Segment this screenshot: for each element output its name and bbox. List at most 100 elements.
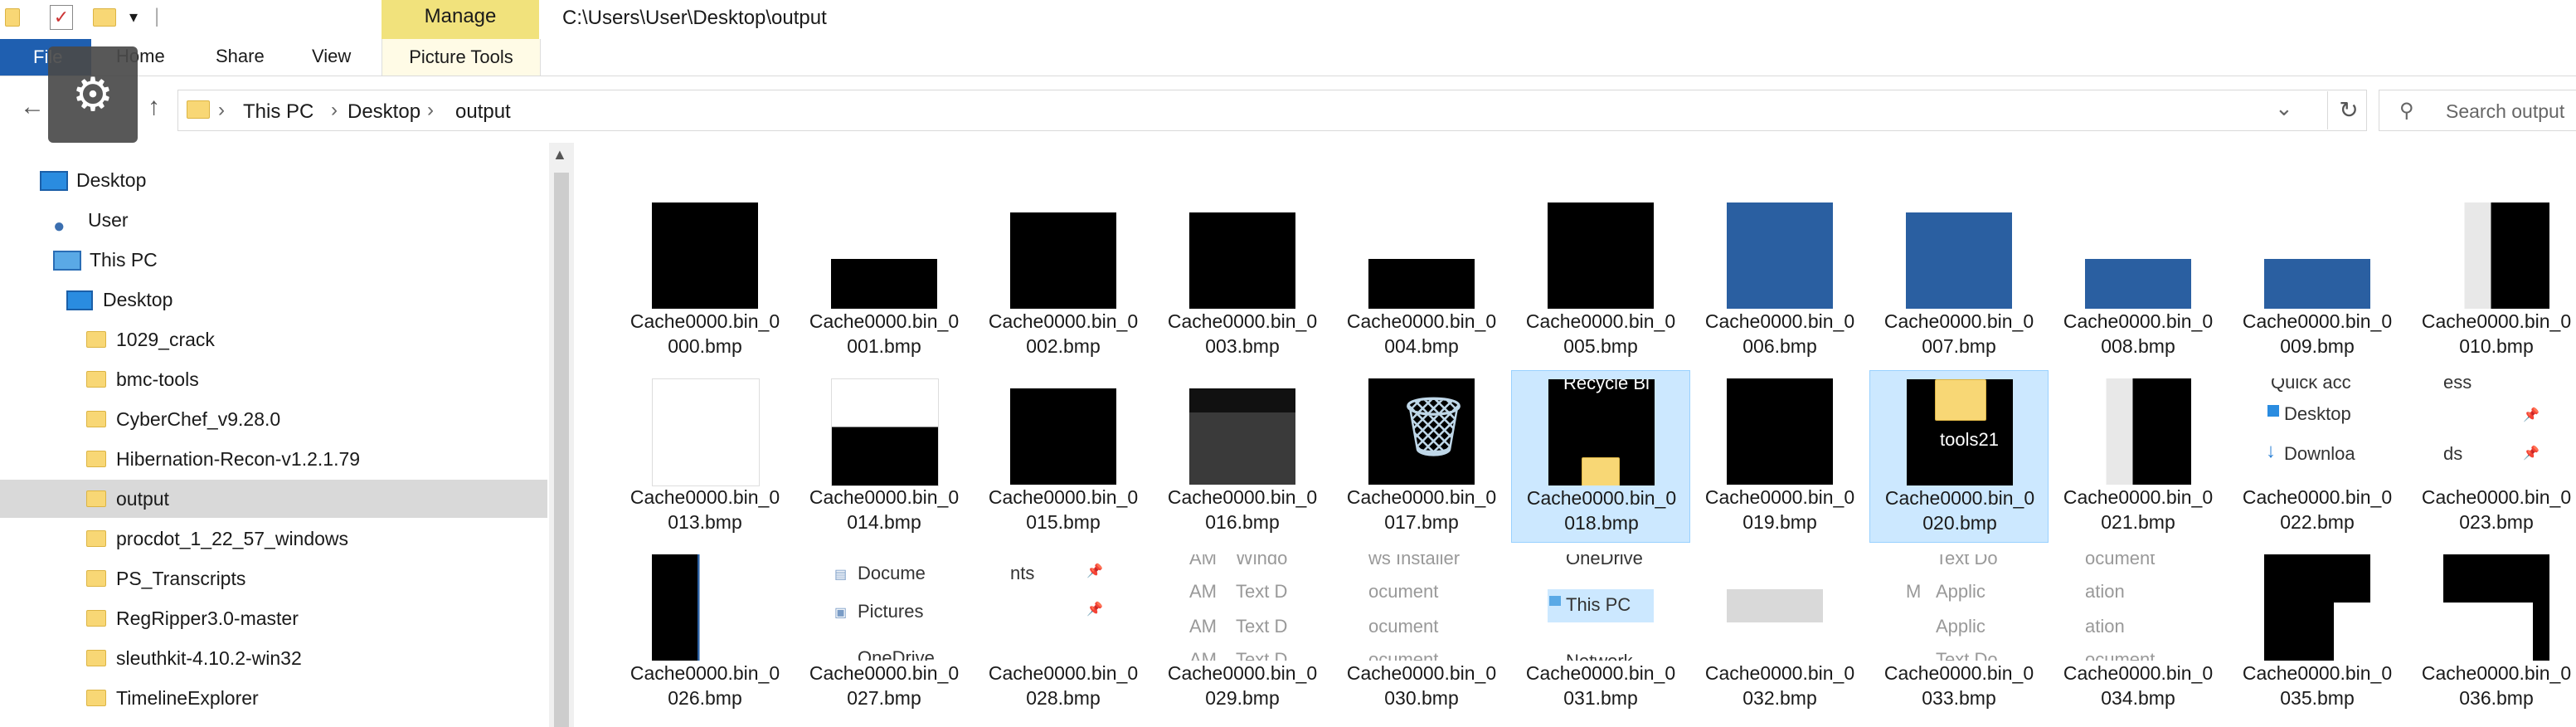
file-name-line2: 014.bmp — [847, 511, 921, 533]
file-tile[interactable]: Cache0000.bin_0 002.bmp — [974, 194, 1153, 367]
file-name-line1: Cache0000.bin_0 — [1346, 662, 1497, 684]
nav-selection-highlight — [0, 480, 547, 518]
breadcrumb-output[interactable]: output — [455, 100, 511, 124]
file-tile[interactable]: Cache0000.bin_0 010.bmp — [2407, 194, 2576, 367]
breadcrumb-desktop[interactable]: Desktop — [348, 100, 420, 124]
file-name-label: Cache0000.bin_0 006.bmp — [1690, 309, 1869, 359]
folder-icon — [1582, 457, 1620, 485]
file-tile[interactable]: Cache0000.bin_0 015.bmp — [974, 370, 1153, 543]
refresh-icon[interactable]: ↻ — [2327, 91, 2369, 129]
search-box[interactable]: ⚲ Search output — [2379, 90, 2576, 131]
file-name-label: Cache0000.bin_0 016.bmp — [1153, 485, 1332, 534]
image-thumbnail — [1727, 554, 1833, 661]
file-tile[interactable]: Cache0000.bin_0 003.bmp — [1153, 194, 1332, 367]
properties-icon[interactable]: ✓ — [50, 5, 73, 30]
file-name-line1: Cache0000.bin_0 — [988, 486, 1139, 508]
file-tile[interactable]: Cache0000.bin_0 007.bmp — [1869, 194, 2049, 367]
file-tile[interactable]: Cache0000.bin_0 021.bmp — [2049, 370, 2228, 543]
file-tile[interactable]: Text Do M Applic Applic Text Do Cache0000.bin… — [1869, 546, 2049, 719]
folder-icon — [86, 331, 106, 348]
file-tile[interactable]: Cache0000.bin_0 032.bmp — [1690, 546, 1869, 719]
new-folder-icon[interactable] — [93, 8, 116, 32]
image-thumbnail — [652, 378, 760, 486]
file-tile[interactable]: OneDrive This PC NetworkCache0000.bin_0 031… — [1511, 546, 1690, 719]
thumbnail-text: ocument — [1368, 616, 1439, 637]
thumbnail-text: ocument — [1368, 581, 1439, 602]
file-name-line2: 020.bmp — [1922, 512, 1997, 534]
folder-icon — [1935, 379, 1986, 421]
file-tile[interactable]: Cache0000.bin_0 008.bmp — [2049, 194, 2228, 367]
breadcrumb-this-pc[interactable]: This PC — [243, 100, 313, 124]
file-name-label: Cache0000.bin_0 033.bmp — [1869, 661, 2049, 710]
file-name-line1: Cache0000.bin_0 — [809, 310, 960, 332]
file-tile[interactable]: Cache0000.bin_0 005.bmp — [1511, 194, 1690, 367]
file-name-label: Cache0000.bin_0 003.bmp — [1153, 309, 1332, 359]
file-name-label: Cache0000.bin_0 036.bmp — [2407, 661, 2576, 710]
file-name-line1: Cache0000.bin_0 — [2421, 662, 2572, 684]
search-input[interactable]: Search output — [2446, 100, 2564, 123]
thumbnail-text: ds — [2443, 443, 2463, 464]
thumbnail-text: Text Do — [1936, 649, 1998, 661]
file-name-line2: 009.bmp — [2280, 335, 2355, 357]
file-name-line1: Cache0000.bin_0 — [809, 486, 960, 508]
file-tile[interactable]: ws Installer ocument ocument ocument Cache00… — [1332, 546, 1511, 719]
file-tile[interactable]: Quick acc Desktop Downloa ↓ Cache0000.bin_0 0… — [2228, 370, 2407, 543]
folder-icon — [86, 610, 106, 627]
chevron-down-icon[interactable]: ⌄ — [2275, 95, 2293, 121]
thumbnail-text: ocument — [2085, 554, 2156, 568]
thumbnail-text: ation — [2085, 581, 2125, 602]
thumbnail-text: M — [1906, 581, 1922, 602]
image-thumbnail: Docume Pictures OneDrive ▤ ▣ — [831, 554, 937, 661]
row-highlight — [1727, 589, 1823, 622]
toolbar-divider: | — [154, 5, 160, 27]
image-thumbnail: 🗑 — [1368, 378, 1475, 485]
file-tile[interactable]: Recycle Bi Cache0000.bin_0 018.bmp — [1511, 370, 1690, 543]
file-name-line1: Cache0000.bin_0 — [1346, 310, 1497, 332]
back-icon[interactable]: ← — [20, 93, 45, 121]
file-name-label: Cache0000.bin_0 027.bmp — [795, 661, 974, 710]
file-name-line1: Cache0000.bin_0 — [809, 662, 960, 684]
file-name-line2: 033.bmp — [1922, 687, 1996, 709]
file-tile[interactable]: Cache0000.bin_0 026.bmp — [615, 546, 795, 719]
file-tile[interactable]: Cache0000.bin_0 009.bmp — [2228, 194, 2407, 367]
quick-access-dropdown-icon[interactable]: ▾ — [129, 7, 138, 27]
file-tile[interactable]: Cache0000.bin_0 004.bmp — [1332, 194, 1511, 367]
address-bar[interactable]: › This PC › Desktop › output ⌄ — [177, 90, 2367, 131]
scroll-up-icon[interactable]: ▲ — [552, 146, 567, 163]
file-tile[interactable]: tools21 Cache0000.bin_0 020.bmp — [1869, 370, 2049, 543]
file-tile[interactable]: Docume Pictures OneDrive ▤ ▣ Cache0000.bin_0 0… — [795, 546, 974, 719]
file-tile[interactable]: ocument ation ation ocument Cache0000.bin_0 0… — [2049, 546, 2228, 719]
gear-icon[interactable]: ⚙ — [48, 46, 138, 143]
file-name-label: Cache0000.bin_0 008.bmp — [2049, 309, 2228, 359]
file-name-line2: 003.bmp — [1205, 335, 1280, 357]
file-name-line2: 035.bmp — [2280, 687, 2355, 709]
scrollbar-thumb[interactable] — [554, 173, 569, 727]
tab-picture-tools[interactable]: Picture Tools — [382, 39, 541, 76]
file-tile[interactable]: Cache0000.bin_0 001.bmp — [795, 194, 974, 367]
thumbnail-text: Docume — [858, 563, 926, 583]
manage-tab[interactable]: Manage — [382, 0, 539, 39]
tab-share[interactable]: Share — [216, 46, 265, 67]
tab-view[interactable]: View — [312, 46, 351, 67]
file-tile[interactable]: Cache0000.bin_0 006.bmp — [1690, 194, 1869, 367]
file-tile[interactable]: Cache0000.bin_0 019.bmp — [1690, 370, 1869, 543]
file-name-label: Cache0000.bin_0 028.bmp — [974, 661, 1153, 710]
file-tile[interactable]: 🗑 Cache0000.bin_0 017.bmp — [1332, 370, 1511, 543]
file-tile[interactable]: AM Windo AM Text D AM Text D AM Text D Cache0000… — [1153, 546, 1332, 719]
pictures-icon: ▣ — [834, 606, 848, 620]
file-tile[interactable]: ess ds 📌 📌 Cache0000.bin_0 023.bmp — [2407, 370, 2576, 543]
breadcrumb-separator: › — [218, 99, 225, 121]
file-tile[interactable]: Cache0000.bin_0 000.bmp — [615, 194, 795, 367]
file-name-line2: 006.bmp — [1742, 335, 1817, 357]
file-tile[interactable]: Cache0000.bin_0 036.bmp — [2407, 546, 2576, 719]
image-thumbnail — [831, 259, 937, 309]
thumbnail-text: Downloa — [2284, 443, 2355, 464]
file-tile[interactable]: nts 📌 📌 Cache0000.bin_0 028.bmp — [974, 546, 1153, 719]
file-name-line2: 015.bmp — [1026, 511, 1101, 533]
file-tile[interactable]: Cache0000.bin_0 014.bmp — [795, 370, 974, 543]
file-tile[interactable]: Cache0000.bin_0 016.bmp — [1153, 370, 1332, 543]
file-tile[interactable]: Cache0000.bin_0 013.bmp — [615, 370, 795, 543]
thumbnail-text: Pictures — [858, 601, 924, 622]
up-icon[interactable]: ↑ — [148, 93, 160, 121]
file-tile[interactable]: Cache0000.bin_0 035.bmp — [2228, 546, 2407, 719]
